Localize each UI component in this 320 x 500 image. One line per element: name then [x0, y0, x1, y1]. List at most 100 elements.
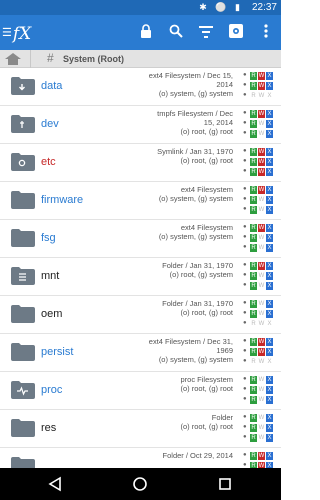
breadcrumb: # System (Root): [0, 50, 281, 68]
file-info-line: ext4 Filesystem / Dec 31,: [148, 337, 233, 346]
status-icons: ✱ ⚪ ▮: [199, 2, 243, 12]
hash-icon: #: [47, 51, 54, 65]
lock-icon[interactable]: [135, 22, 157, 44]
permission-owner-dot: ●: [243, 234, 247, 240]
file-row[interactable]: Folder / Oct 29, 2014●RWX●RWX●RWX: [0, 448, 281, 468]
permission-owner-dot: ●: [243, 348, 247, 354]
file-row[interactable]: proc proc Filesystem (o) root, (g) root ● R W…: [0, 372, 281, 410]
permission-grid: ●RWX●RWX●RWX: [243, 185, 273, 215]
permission-row: ● R W X: [243, 451, 273, 461]
permission-owner-dot: ●: [243, 434, 247, 440]
settings-icon[interactable]: [225, 22, 247, 44]
file-info-line: (o) system, (g) system: [158, 355, 233, 364]
permission-row: ● R W X: [243, 185, 273, 195]
permission-cell: W: [258, 72, 265, 80]
permission-owner-dot: ●: [243, 424, 247, 430]
filter-icon[interactable]: [195, 22, 217, 44]
file-info: Folder (o) root, (g) root: [83, 413, 233, 431]
menu-icon[interactable]: ☰: [2, 26, 12, 39]
file-row[interactable]: res Folder (o) root, (g) root ● R W X ● R W X ● R W X: [0, 410, 281, 448]
file-info-line: ext4 Filesystem: [180, 185, 233, 194]
file-name: dev: [41, 118, 59, 130]
folder-icon: [10, 418, 36, 438]
permission-cell: W: [258, 414, 265, 422]
permission-cell: R: [250, 358, 257, 366]
file-info: ext4 Filesystem / Dec 15, 2014 (o) system,…: [83, 71, 233, 98]
permission-cell: W: [258, 224, 265, 232]
file-name: firmware: [41, 194, 84, 206]
permission-cell: W: [258, 168, 265, 176]
permission-owner-dot: ●: [243, 148, 247, 154]
file-info-line: (o) system, (g) system: [158, 89, 233, 98]
permission-cell: R: [250, 244, 257, 252]
permission-grid: ●RWX●RWX●RWX: [243, 337, 273, 367]
file-row[interactable]: mnt Folder / Jan 31, 1970 (o) root, (g) sy…: [0, 258, 281, 296]
app-logo[interactable]: ☰fX: [2, 24, 31, 44]
permission-cell: R: [250, 234, 257, 242]
file-name: persist: [41, 346, 74, 358]
file-name: proc: [41, 384, 63, 396]
permission-row: ● R W X: [243, 375, 273, 385]
permission-cell: W: [258, 234, 265, 242]
home-nav-icon[interactable]: [131, 475, 149, 493]
permission-cell: R: [250, 348, 257, 356]
permission-cell: W: [258, 348, 265, 356]
permission-cell: W: [258, 424, 265, 432]
permission-cell: W: [258, 196, 265, 204]
file-row[interactable]: etc Symlink / Jan 31, 1970 (o) root, (g) r…: [0, 144, 281, 182]
recents-icon[interactable]: [216, 475, 234, 493]
permission-cell: R: [250, 196, 257, 204]
permission-cell: R: [250, 452, 257, 460]
file-row[interactable]: persist ext4 Filesystem / Dec 31, 1969 (o) …: [0, 334, 281, 372]
home-icon[interactable]: [4, 52, 22, 66]
permission-cell: X: [266, 452, 273, 460]
file-name: res: [41, 422, 57, 434]
usb-folder-icon: [10, 114, 36, 134]
file-name: oem: [41, 308, 63, 320]
permission-owner-dot: ●: [243, 376, 247, 382]
permission-cell: R: [250, 338, 257, 346]
permission-owner-dot: ●: [243, 396, 247, 402]
permission-cell: W: [258, 396, 265, 404]
file-row[interactable]: firmware ext4 Filesystem (o) system, (g) s…: [0, 182, 281, 220]
permission-grid: ●RWX●RWX●RWX: [243, 261, 273, 291]
permission-cell: W: [258, 300, 265, 308]
breadcrumb-path[interactable]: System (Root): [63, 54, 124, 64]
permission-row: ● R W X: [243, 319, 273, 329]
permission-cell: W: [258, 158, 265, 166]
file-row[interactable]: oem Folder / Jan 31, 1970 (o) root, (g) ro…: [0, 296, 281, 334]
permission-cell: W: [258, 120, 265, 128]
file-info-line: (o) root, (g) root: [180, 308, 233, 317]
permission-cell: W: [258, 272, 265, 280]
permission-row: ● R W X: [243, 337, 273, 347]
permission-cell: X: [266, 386, 273, 394]
file-row[interactable]: dev tmpfs Filesystem / Dec 15, 2014 (o) roo…: [0, 106, 281, 144]
permission-row: ● R W X: [243, 147, 273, 157]
file-info: ext4 Filesystem (o) system, (g) system: [83, 223, 233, 241]
permission-cell: W: [258, 320, 265, 328]
back-icon[interactable]: [46, 475, 64, 493]
logo-text: fX: [12, 24, 32, 44]
file-info-line: Folder: [211, 413, 233, 422]
permission-owner-dot: ●: [243, 110, 247, 116]
nav-bar: [0, 468, 281, 500]
file-row[interactable]: fsg ext4 Filesystem (o) system, (g) system…: [0, 220, 281, 258]
permission-grid: ●RWX●RWX●RWX: [243, 299, 273, 329]
permission-cell: X: [266, 120, 273, 128]
permission-cell: X: [266, 320, 273, 328]
search-icon[interactable]: [165, 22, 187, 44]
permission-cell: X: [266, 414, 273, 422]
permission-row: ● R W X: [243, 223, 273, 233]
permission-cell: W: [258, 282, 265, 290]
permission-grid: ●RWX●RWX●RWX: [243, 109, 273, 139]
permission-cell: W: [258, 452, 265, 460]
permission-cell: R: [250, 168, 257, 176]
permission-cell: W: [258, 110, 265, 118]
more-vert-icon[interactable]: [255, 22, 277, 44]
file-row[interactable]: data ext4 Filesystem / Dec 15, 2014 (o) sys…: [0, 68, 281, 106]
file-info-line: Folder / Jan 31, 1970: [162, 299, 233, 308]
file-info-line: Folder / Oct 29, 2014: [162, 451, 233, 460]
permission-cell: W: [258, 358, 265, 366]
permission-cell: R: [250, 72, 257, 80]
file-info: Folder / Oct 29, 2014: [83, 451, 233, 460]
